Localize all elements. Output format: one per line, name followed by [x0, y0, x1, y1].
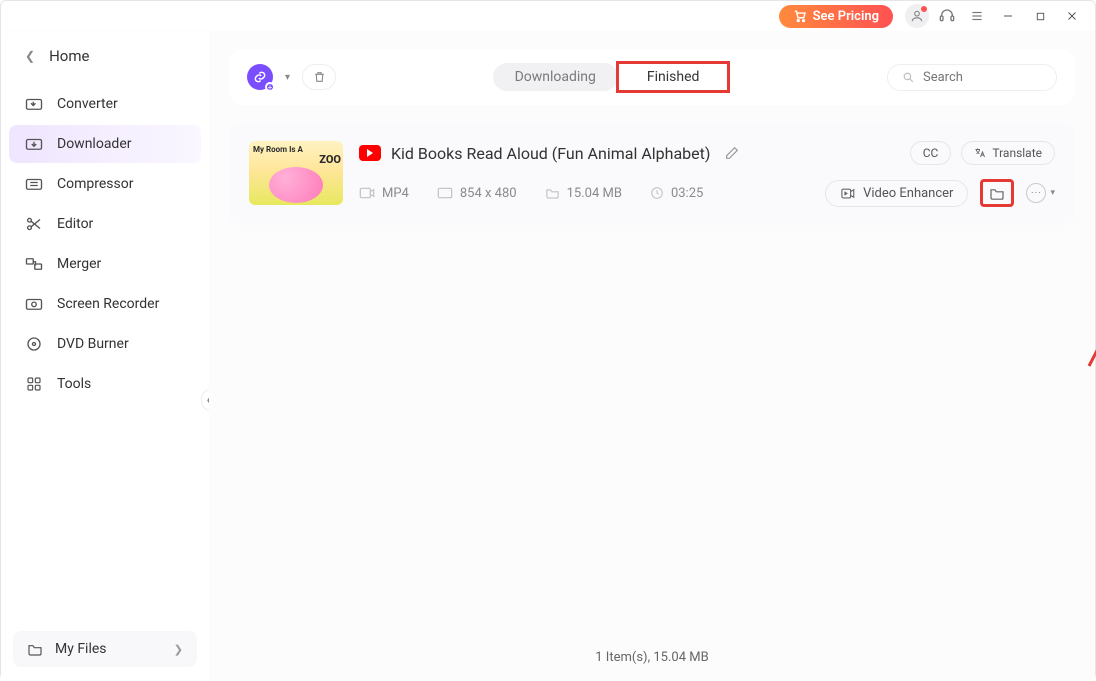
translate-button[interactable]: Translate: [961, 141, 1055, 165]
chevron-down-icon: ▾: [1050, 188, 1055, 198]
home-label: Home: [49, 47, 89, 65]
cc-label: CC: [923, 146, 939, 160]
sidebar-item-label: DVD Burner: [57, 336, 129, 352]
main-panel: + ▾ Downloading Finished My Room Is A ZO…: [209, 31, 1095, 681]
sidebar-item-label: Tools: [57, 376, 91, 392]
sidebar-item-downloader[interactable]: Downloader: [9, 125, 201, 163]
sidebar-item-compressor[interactable]: Compressor: [9, 165, 201, 203]
converter-icon: [25, 95, 43, 113]
downloader-icon: [25, 135, 43, 153]
my-files-button[interactable]: My Files ❯: [13, 631, 197, 667]
close-button[interactable]: [1059, 3, 1085, 29]
sidebar-item-label: Editor: [57, 216, 93, 232]
search-input[interactable]: [923, 70, 1042, 85]
hamburger-menu-button[interactable]: [965, 4, 989, 28]
youtube-icon: [359, 145, 381, 161]
status-summary: 1 Item(s), 15.04 MB: [595, 650, 708, 665]
see-pricing-button[interactable]: See Pricing: [779, 5, 893, 28]
see-pricing-label: See Pricing: [813, 9, 879, 24]
recorder-icon: [25, 295, 43, 313]
enhancer-icon: [840, 186, 855, 201]
sidebar-item-merger[interactable]: Merger: [9, 245, 201, 283]
support-button[interactable]: [935, 4, 959, 28]
status-bar: 1 Item(s), 15.04 MB: [229, 642, 1075, 671]
resolution-icon: [437, 187, 453, 199]
delete-button[interactable]: [302, 64, 336, 90]
status-tabs: Downloading Finished: [493, 61, 731, 93]
sidebar-item-label: Compressor: [57, 176, 133, 192]
size-meta: 15.04 MB: [545, 186, 622, 201]
chevron-right-icon: ❯: [174, 643, 183, 656]
format-meta: MP4: [359, 186, 409, 201]
tab-label: Downloading: [515, 69, 596, 85]
grid-icon: [25, 375, 43, 393]
tab-downloading[interactable]: Downloading: [493, 63, 618, 91]
annotation-arrow: [1079, 216, 1096, 376]
translate-label: Translate: [992, 146, 1042, 160]
video-enhancer-button[interactable]: Video Enhancer: [825, 180, 968, 207]
sidebar-item-screen-recorder[interactable]: Screen Recorder: [9, 285, 201, 323]
cart-icon: [793, 9, 807, 23]
sidebar-item-label: Merger: [57, 256, 101, 272]
sidebar-item-tools[interactable]: Tools: [9, 365, 201, 403]
download-item: My Room Is A ZOO Kid Books Read Aloud (F…: [229, 123, 1075, 225]
enhancer-label: Video Enhancer: [863, 186, 953, 201]
search-box[interactable]: [887, 64, 1057, 91]
sidebar: ❮ Home Converter Downloader Compressor E…: [1, 31, 209, 681]
tab-finished[interactable]: Finished: [616, 61, 731, 93]
titlebar: See Pricing: [1, 1, 1095, 31]
maximize-button[interactable]: [1027, 3, 1053, 29]
disc-icon: [25, 335, 43, 353]
add-link-button[interactable]: +: [247, 64, 273, 90]
clock-icon: [650, 186, 664, 200]
thumb-text: ZOO: [319, 153, 341, 166]
video-thumbnail[interactable]: My Room Is A ZOO: [249, 141, 343, 205]
sidebar-item-label: Converter: [57, 96, 118, 112]
home-button[interactable]: ❮ Home: [1, 31, 209, 85]
more-icon: ···: [1026, 183, 1046, 203]
minimize-button[interactable]: [995, 3, 1021, 29]
thumb-text: My Room Is A: [253, 145, 303, 154]
account-button[interactable]: [905, 4, 929, 28]
my-files-label: My Files: [55, 641, 107, 657]
video-icon: [359, 187, 375, 199]
compressor-icon: [25, 175, 43, 193]
translate-icon: [974, 147, 986, 159]
merger-icon: [25, 255, 43, 273]
duration-meta: 03:25: [650, 186, 703, 201]
resolution-meta: 854 x 480: [437, 186, 517, 201]
open-folder-button[interactable]: [980, 179, 1014, 207]
chevron-left-icon: ❮: [25, 49, 35, 63]
tab-label: Finished: [647, 69, 700, 85]
sidebar-item-label: Screen Recorder: [57, 296, 159, 312]
video-title: Kid Books Read Aloud (Fun Animal Alphabe…: [391, 144, 710, 163]
more-actions-button[interactable]: ··· ▾: [1026, 183, 1055, 203]
sidebar-item-converter[interactable]: Converter: [9, 85, 201, 123]
sidebar-item-editor[interactable]: Editor: [9, 205, 201, 243]
edit-title-button[interactable]: [724, 145, 740, 161]
plus-icon: +: [265, 82, 275, 92]
toolbar: + ▾ Downloading Finished: [229, 49, 1075, 105]
scissors-icon: [25, 215, 43, 233]
sidebar-item-label: Downloader: [57, 136, 132, 152]
cc-button[interactable]: CC: [910, 141, 952, 165]
search-icon: [902, 71, 915, 84]
sidebar-item-dvd-burner[interactable]: DVD Burner: [9, 325, 201, 363]
folder-size-icon: [545, 187, 560, 199]
folder-icon: [27, 642, 43, 656]
notification-dot-icon: [921, 6, 927, 12]
chevron-down-icon[interactable]: ▾: [285, 72, 290, 83]
